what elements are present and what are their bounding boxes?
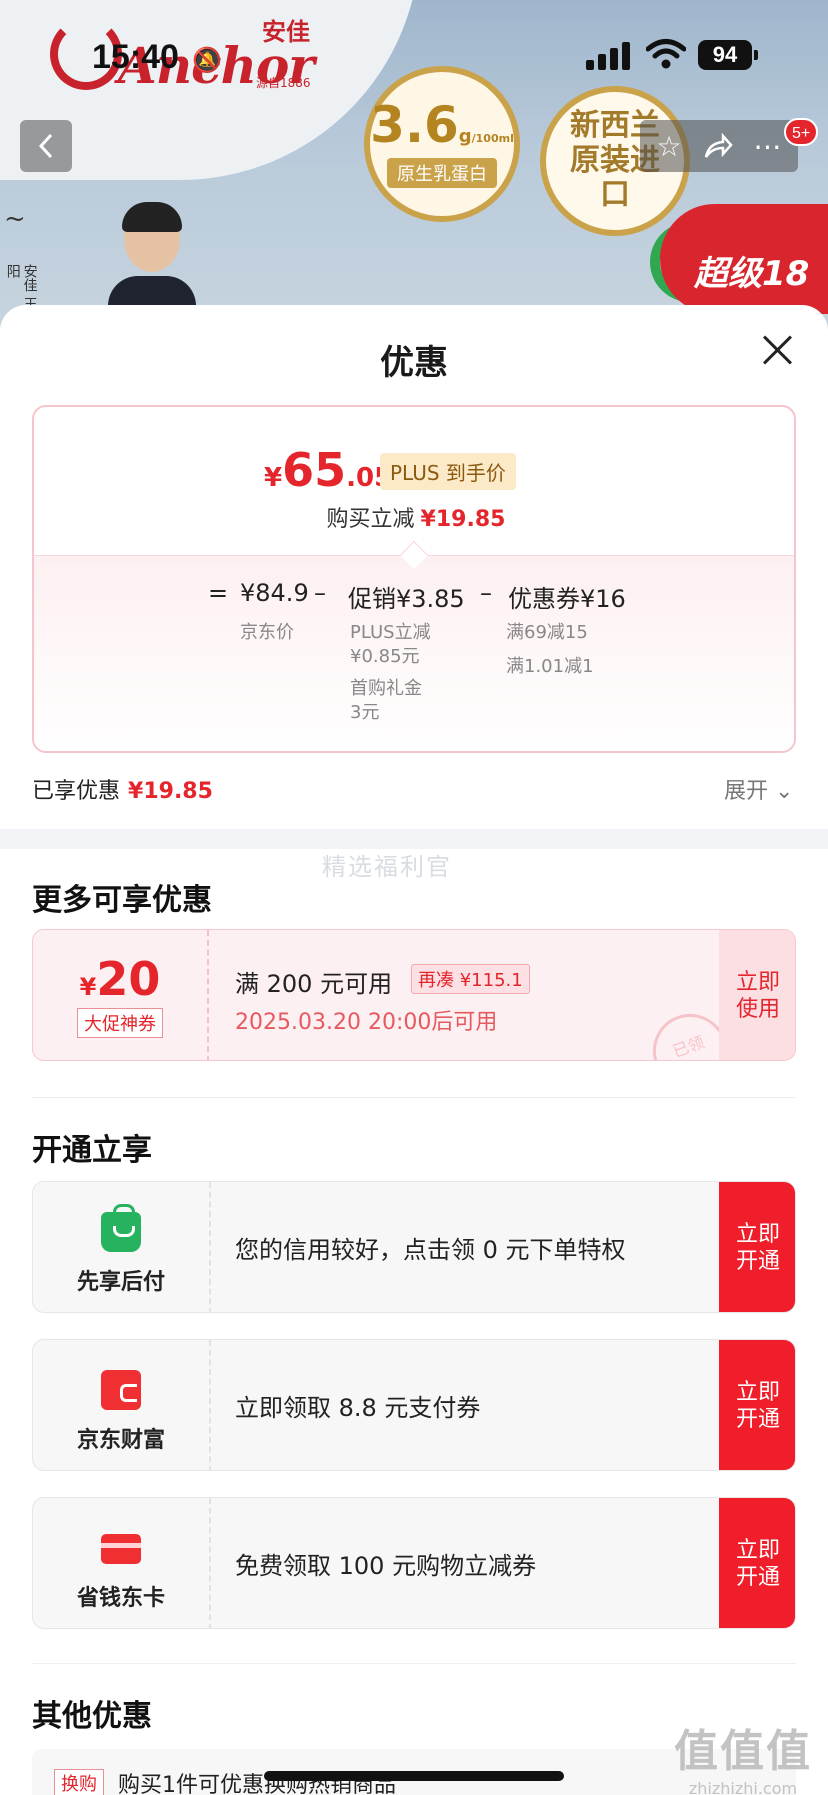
promo-detail-1: PLUS立减 (350, 622, 431, 643)
protein-unit: g (458, 126, 472, 147)
jd-price-label: 京东价 (240, 622, 294, 643)
coupon-add-more: 再凑 ¥115.1 (411, 964, 530, 994)
coupon-symbol: ¥ (79, 973, 97, 1001)
more-icon[interactable]: ⋯ (753, 130, 781, 163)
activate-button[interactable]: 立即开通 (719, 1498, 795, 1628)
activate-button[interactable]: 立即开通 (719, 1340, 795, 1470)
use-coupon-button[interactable]: 立即使用 (719, 930, 795, 1060)
formula-equals: = (208, 579, 229, 607)
use-coupon-label: 立即使用 (735, 969, 780, 1023)
other-offers-title: 其他优惠 (32, 1699, 152, 1734)
status-time: 15:40 (92, 38, 179, 76)
site-watermark-glyphs: 值值值 (674, 1726, 812, 1777)
coupon-amount-number: 20 (96, 952, 161, 1006)
notification-badge: 5+ (784, 118, 819, 146)
wallet-icon (101, 1370, 141, 1410)
wifi-icon (646, 39, 686, 69)
exchange-tag: 换购 (54, 1769, 104, 1795)
protein-label: 原生乳蛋白 (387, 158, 497, 188)
price-integer: 65 (282, 443, 347, 497)
price-breakdown-card: ¥65.05 PLUS 到手价 购买立减 ¥19.85 = ¥84.9 – 促销¥… (32, 405, 796, 753)
service-desc: 您的信用较好，点击领 0 元下单特权 (235, 1236, 626, 1264)
enjoyed-value: ¥19.85 (128, 779, 213, 804)
red-badge: 超级18 (660, 204, 828, 314)
protein-sub: /100ml (471, 132, 514, 145)
price-symbol: ¥ (264, 463, 283, 493)
site-watermark: 值值值 zhizhizhi.com (674, 1715, 812, 1795)
expand-button[interactable]: 展开 ⌄ (724, 773, 793, 805)
service-row-jd-wealth[interactable]: 京东财富 立即领取 8.8 元支付券 立即开通 (32, 1339, 796, 1471)
formula-minus-1: – (314, 579, 326, 607)
activate-title: 开通立享 (32, 1133, 152, 1168)
watermark-text: 精选福利官 (322, 853, 452, 881)
silent-bell-icon: 🔕 (192, 46, 222, 74)
back-button[interactable] (20, 120, 72, 172)
status-bar: 15:40 🔕 94 (0, 0, 828, 110)
coupon-detail-1: 满69减15 (506, 622, 588, 643)
red-badge-text: 超级18 (694, 254, 810, 294)
cellular-signal-icon (586, 42, 632, 70)
formula-jd-price: ¥84.9 (240, 579, 309, 607)
chevron-left-icon (38, 133, 53, 159)
section-gap (0, 829, 828, 849)
site-watermark-url: zhizhizhi.com (688, 1779, 798, 1795)
formula-minus-2: – (480, 579, 492, 607)
sheet-title: 优惠 (380, 343, 448, 383)
discount-sheet: 优惠 ¥65.05 PLUS 到手价 购买立减 ¥19.85 = ¥84.9 – … (0, 305, 828, 1795)
service-row-pay-later[interactable]: 先享后付 您的信用较好，点击领 0 元下单特权 立即开通 (32, 1181, 796, 1313)
activate-button[interactable]: 立即开通 (719, 1182, 795, 1312)
coupon-condition: 满 200 元可用 (235, 970, 393, 998)
top-right-actions: ☆ ⋯ (640, 120, 798, 172)
promo-coupon: ¥20 大促神券 满 200 元可用 再凑 ¥115.1 2025.03.20 … (32, 929, 796, 1061)
promo-detail-2-value: 3元 (350, 702, 380, 723)
star-icon[interactable]: ☆ (656, 130, 681, 163)
home-indicator[interactable] (264, 1771, 564, 1781)
coupon-tag: 大促神券 (77, 1008, 163, 1038)
promo-detail-2: 首购礼金 (350, 678, 422, 699)
service-desc: 免费领取 100 元购物立减券 (235, 1552, 537, 1580)
final-price: ¥65.05 (264, 443, 392, 497)
enjoyed-label: 已享优惠 (32, 779, 121, 804)
share-icon[interactable] (703, 133, 733, 159)
service-row-saving-card[interactable]: 省钱东卡 免费领取 100 元购物立减券 立即开通 (32, 1497, 796, 1629)
instant-value: ¥19.85 (420, 507, 506, 532)
service-name: 省钱东卡 (76, 1586, 165, 1611)
close-icon[interactable] (760, 333, 794, 367)
formula-coupon: 优惠券¥16 (508, 585, 626, 613)
activate-label: 立即开通 (735, 1379, 780, 1433)
more-offers-title: 更多可享优惠 (32, 883, 212, 918)
battery-indicator: 94 (698, 40, 758, 70)
shopping-bag-icon (101, 1204, 141, 1252)
activate-label: 立即开通 (735, 1221, 780, 1275)
card-icon (101, 1534, 141, 1564)
promo-detail-1-value: ¥0.85元 (350, 646, 420, 667)
signature-image: ~ 安佳 王阳 (4, 204, 74, 314)
formula-promo: 促销¥3.85 (348, 585, 465, 613)
coupon-amount: ¥20 (33, 952, 207, 1006)
enjoyed-discount: 已享优惠 ¥19.85 (32, 773, 213, 805)
service-name: 京东财富 (76, 1428, 165, 1453)
plus-price-tag: PLUS 到手价 (380, 453, 516, 490)
instant-discount: 购买立减 ¥19.85 (34, 501, 794, 533)
activate-label: 立即开通 (735, 1537, 780, 1591)
service-desc: 立即领取 8.8 元支付券 (235, 1394, 481, 1422)
coupon-value-area: ¥20 大促神券 (33, 930, 207, 1060)
service-name: 先享后付 (76, 1270, 165, 1295)
instant-label: 购买立减 (326, 507, 415, 532)
coupon-valid-from: 2025.03.20 20:00后可用 (235, 1010, 498, 1035)
coupon-detail-2: 满1.01减1 (506, 656, 594, 677)
